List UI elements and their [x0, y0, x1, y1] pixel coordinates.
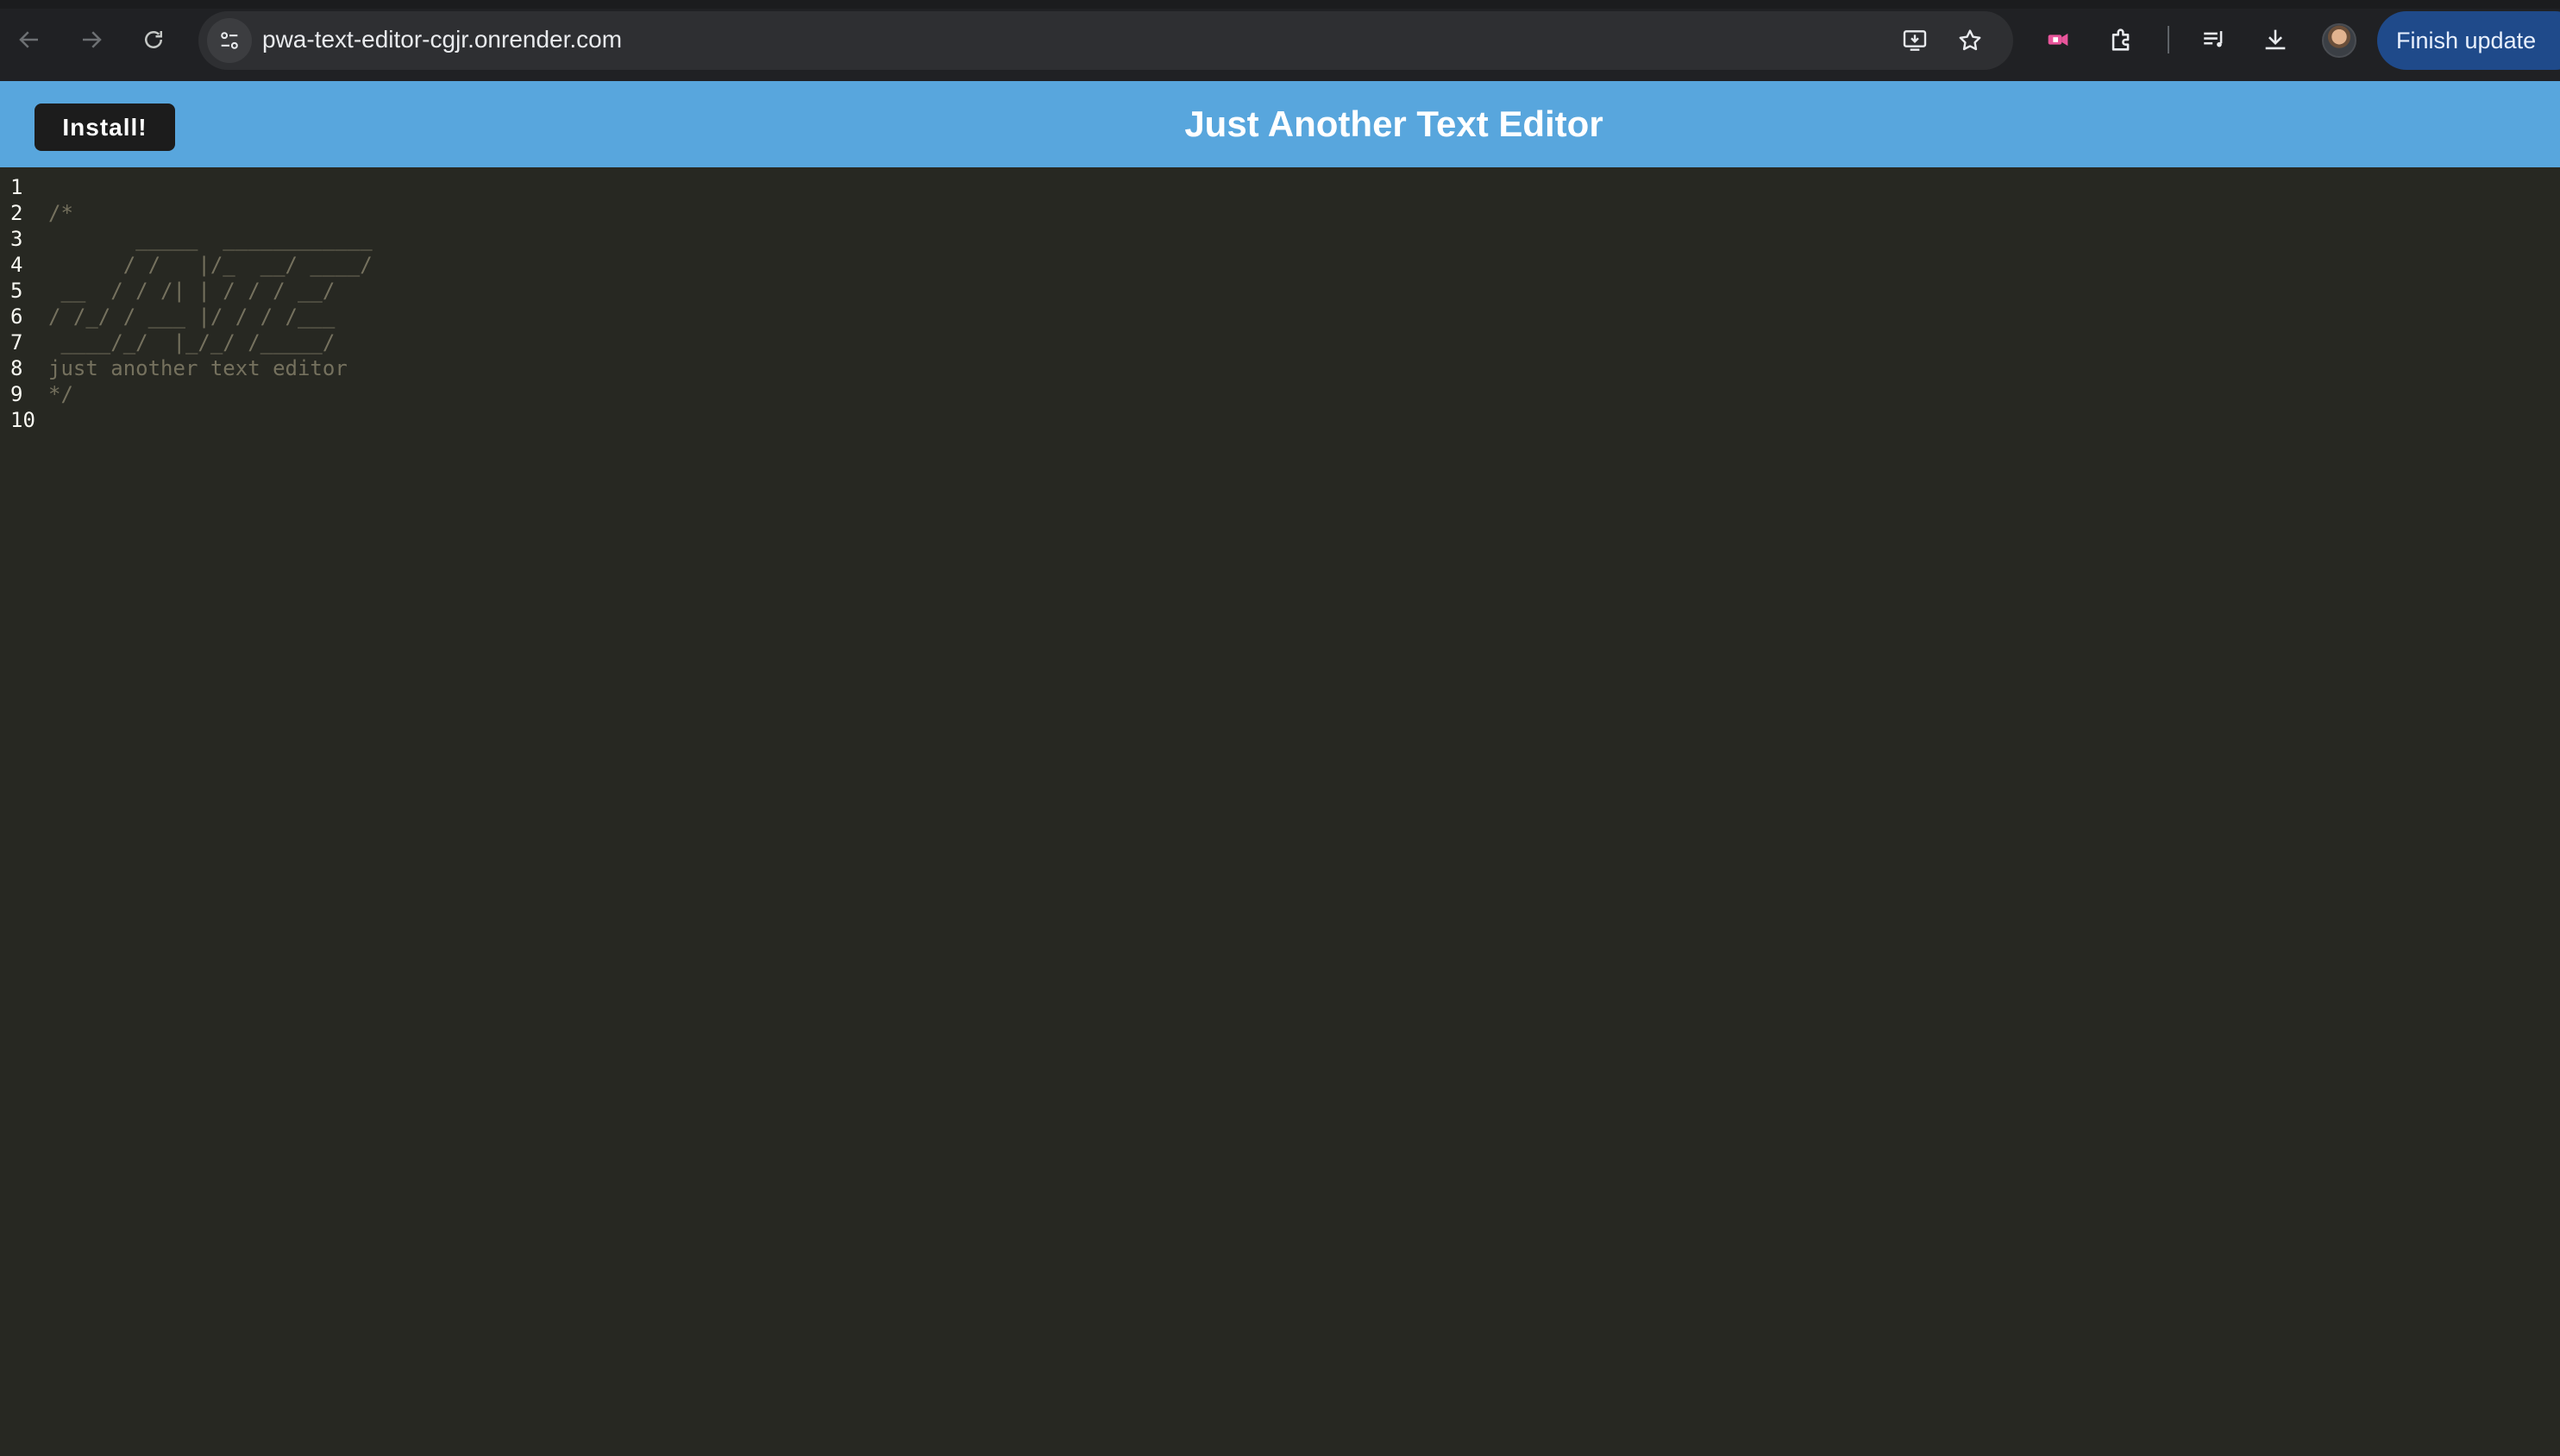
line-number: 7 [10, 330, 23, 355]
media-queue-icon[interactable] [2194, 19, 2236, 60]
code-editor[interactable]: 1 2 3 4 5 6 7 8 9 10 /* _____ __________… [0, 174, 2560, 1456]
code-line[interactable] [48, 174, 2560, 200]
line-number: 4 [10, 253, 23, 277]
page-title: Just Another Text Editor [1184, 104, 1603, 144]
download-icon[interactable] [2255, 19, 2296, 60]
app-header: Install! Just Another Text Editor [0, 81, 2560, 167]
code-line[interactable] [48, 407, 2560, 433]
code-line[interactable]: / / |/_ __/ ____/ [48, 252, 2560, 278]
code-line[interactable]: ____/_/ |_/_/ /_____/ [48, 329, 2560, 355]
code-line[interactable]: / /_/ / ___ |/ / / /___ [48, 304, 2560, 329]
back-arrow-icon[interactable] [9, 19, 50, 60]
toolbar-divider [2168, 26, 2169, 53]
browser-toolbar: pwa-text-editor-cgjr.onrender.com Finish… [0, 0, 2560, 81]
code-line[interactable]: /* [48, 200, 2560, 226]
line-number: 5 [10, 279, 23, 303]
profile-avatar[interactable] [2322, 23, 2356, 58]
line-number: 2 [10, 201, 23, 225]
line-number: 10 [10, 408, 35, 432]
bookmark-star-icon[interactable] [1953, 23, 1987, 58]
finish-update-button[interactable]: Finish update [2377, 11, 2560, 70]
reload-icon[interactable] [133, 19, 174, 60]
extension-pink-icon[interactable] [2037, 19, 2079, 60]
code-line[interactable]: __ / / /| | / / / __/ [48, 278, 2560, 304]
line-number-gutter: 1 2 3 4 5 6 7 8 9 10 [0, 174, 43, 433]
url-text[interactable]: pwa-text-editor-cgjr.onrender.com [262, 26, 622, 53]
address-bar[interactable]: pwa-text-editor-cgjr.onrender.com [198, 11, 2013, 70]
forward-arrow-icon[interactable] [71, 19, 112, 60]
site-settings-icon[interactable] [207, 18, 252, 63]
install-app-icon[interactable] [1898, 23, 1932, 58]
code-line[interactable]: */ [48, 381, 2560, 407]
line-number: 3 [10, 227, 23, 251]
puzzle-extensions-icon[interactable] [2101, 19, 2143, 60]
editor-text-area[interactable]: /* _____ ____________ / / |/_ __/ ____/ … [48, 174, 2560, 433]
line-number: 6 [10, 304, 23, 329]
line-number: 1 [10, 175, 23, 199]
line-number: 8 [10, 356, 23, 380]
code-line[interactable]: just another text editor [48, 355, 2560, 381]
line-number: 9 [10, 382, 23, 406]
tab-strip-edge [0, 0, 2560, 9]
code-line[interactable]: _____ ____________ [48, 226, 2560, 252]
